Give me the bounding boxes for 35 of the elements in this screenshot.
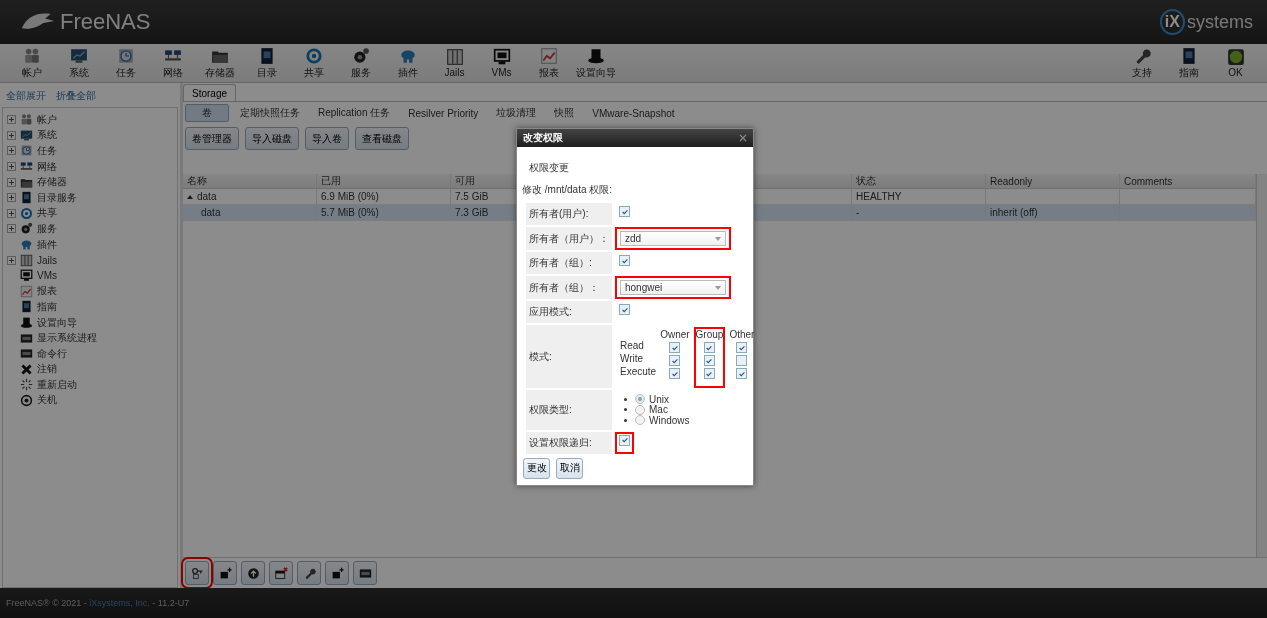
permission-label: Execute (620, 365, 657, 378)
copyright-text: FreeNAS® © 2021 - iXsystems, Inc. - 11.2-U7 (6, 598, 190, 608)
field-label: 所有者（用户）： (526, 227, 612, 250)
column-header: 状态 (852, 174, 986, 188)
field-label: 权限类型: (526, 390, 612, 430)
field-label: 模式: (526, 325, 612, 388)
field-label: 所有者(用户): (526, 203, 612, 225)
table-cell: - (856, 207, 860, 218)
table-cell: data (201, 207, 221, 218)
field-label: 所有者（组）: (526, 252, 612, 274)
brand-name: FreeNAS (60, 9, 151, 35)
field-label: 设置权限递归: (526, 431, 612, 454)
table-cell: inherit (off) (990, 207, 1038, 218)
radio-label: Windows (649, 414, 690, 426)
column-header: 名称 (183, 174, 317, 188)
table-cell: 7.3 GiB (455, 207, 489, 218)
field-label: 应用模式: (526, 301, 612, 323)
permission-label: Read (620, 339, 645, 352)
table-cell: 5.7 MiB (0%) (321, 207, 379, 218)
radio-label: Unix (649, 393, 669, 405)
dialog-title: 改变权限 (523, 131, 563, 145)
column-header: 已用 (317, 174, 451, 188)
column-header: Readonly (986, 174, 1120, 188)
table-cell: 7.5 GiB (455, 191, 489, 202)
table-cell: data (197, 191, 217, 202)
field-label: 所有者（组）： (526, 276, 612, 299)
column-header: Owner (660, 329, 690, 341)
radio-label: Mac (649, 404, 668, 416)
table-cell: HEALTHY (856, 191, 902, 202)
permission-label: Write (620, 352, 645, 365)
vendor-name: systems (1187, 11, 1253, 33)
table-cell: 6.9 MiB (0%) (321, 191, 379, 202)
vendor-logo-mark: iX (1159, 9, 1185, 35)
column-header: Group (695, 329, 724, 341)
section-heading: 权限变更 (528, 161, 570, 175)
